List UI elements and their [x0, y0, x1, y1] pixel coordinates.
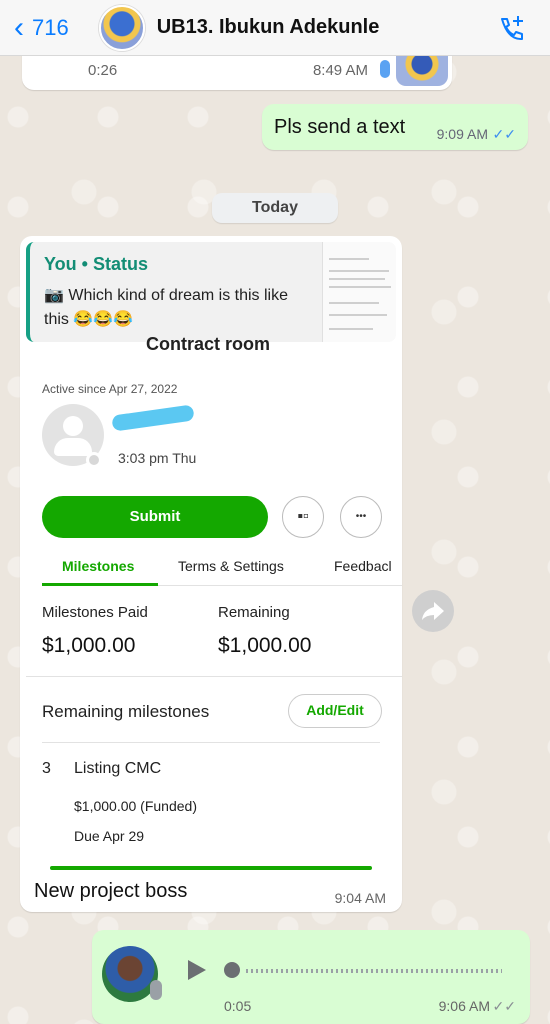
attached-screenshot: Contract room Active since Apr 27, 2022 … — [26, 334, 402, 872]
milestones-paid-value: $1,000.00 — [42, 634, 136, 657]
more-button[interactable]: ••• — [340, 496, 382, 538]
message-time: 8:49 AM — [312, 62, 368, 79]
contact-avatar[interactable] — [98, 4, 145, 51]
forward-button[interactable] — [412, 590, 454, 632]
remaining-value: $1,000.00 — [218, 634, 312, 657]
milestone-progress-bar — [50, 866, 372, 870]
remaining-label: Remaining — [218, 604, 290, 621]
active-since: Active since Apr 27, 2022 — [42, 382, 178, 396]
mic-icon — [380, 60, 390, 78]
message-text: Pls send a text — [274, 116, 406, 138]
last-seen: 3:03 pm Thu — [118, 450, 197, 466]
voice-message-out[interactable]: 0:05 9:06 AM ✓✓ — [92, 930, 530, 1024]
tab-feedback[interactable]: Feedbacl — [334, 558, 392, 574]
chevron-left-icon: ‹ — [14, 10, 24, 44]
divider — [42, 742, 380, 743]
contact-name[interactable]: UB13. Ibukun Adekunle — [157, 16, 380, 39]
mic-icon — [150, 980, 162, 1000]
play-icon[interactable] — [186, 958, 208, 982]
date-separator: Today — [212, 193, 338, 223]
text-message-out[interactable]: Pls send a text 9:09 AM ✓✓ — [262, 104, 528, 150]
forward-icon — [422, 602, 444, 620]
chat-header: ‹ 716 UB13. Ibukun Adekunle — [0, 0, 550, 56]
back-button[interactable]: ‹ 716 — [14, 10, 69, 44]
camera-icon: 📷 — [44, 287, 69, 304]
milestone-amount: $1,000.00 (Funded) — [74, 798, 197, 814]
message-time: 9:04 AM — [334, 890, 386, 906]
voice-duration: 0:05 — [224, 998, 252, 1014]
tab-terms-settings[interactable]: Terms & Settings — [178, 558, 284, 574]
milestone-due: Due Apr 29 — [74, 828, 145, 844]
unread-count: 716 — [32, 14, 69, 40]
add-call-icon[interactable] — [496, 14, 526, 44]
milestone-name: Listing CMC — [74, 760, 162, 777]
status-reply-message[interactable]: You • Status 📷 Which kind of dream is th… — [20, 236, 402, 912]
waveform[interactable] — [246, 968, 502, 974]
milestones-paid-label: Milestones Paid — [42, 604, 148, 621]
playback-slider-knob[interactable] — [224, 962, 240, 978]
divider — [26, 676, 402, 677]
redacted-name — [111, 404, 195, 432]
active-tab-indicator — [42, 583, 158, 586]
read-ticks-icon: ✓✓ — [492, 126, 516, 142]
quote-text: Which kind of dream is this like this 😂😂… — [44, 287, 289, 328]
message-time: 9:09 AM — [436, 126, 488, 142]
screenshot-title: Contract room — [146, 334, 271, 354]
tab-milestones[interactable]: Milestones — [62, 558, 134, 574]
voice-duration: 0:26 — [88, 62, 118, 79]
tab-bar: Milestones Terms & Settings Feedbacl — [42, 554, 402, 586]
status-thumbnail — [322, 242, 396, 342]
submit-button[interactable]: Submit — [42, 496, 268, 538]
message-icon[interactable]: ▪▫ — [282, 496, 324, 538]
message-caption: New project boss — [34, 880, 188, 902]
quote-author: You • Status — [44, 254, 148, 274]
message-time: 9:06 AM — [438, 998, 490, 1014]
milestone-number: 3 — [42, 760, 51, 777]
delivered-ticks-icon: ✓✓ — [492, 998, 516, 1014]
add-edit-button[interactable]: Add/Edit — [288, 694, 382, 728]
quoted-status[interactable]: You • Status 📷 Which kind of dream is th… — [26, 242, 396, 342]
remaining-milestones-label: Remaining milestones — [42, 702, 210, 721]
status-dot — [86, 452, 102, 468]
